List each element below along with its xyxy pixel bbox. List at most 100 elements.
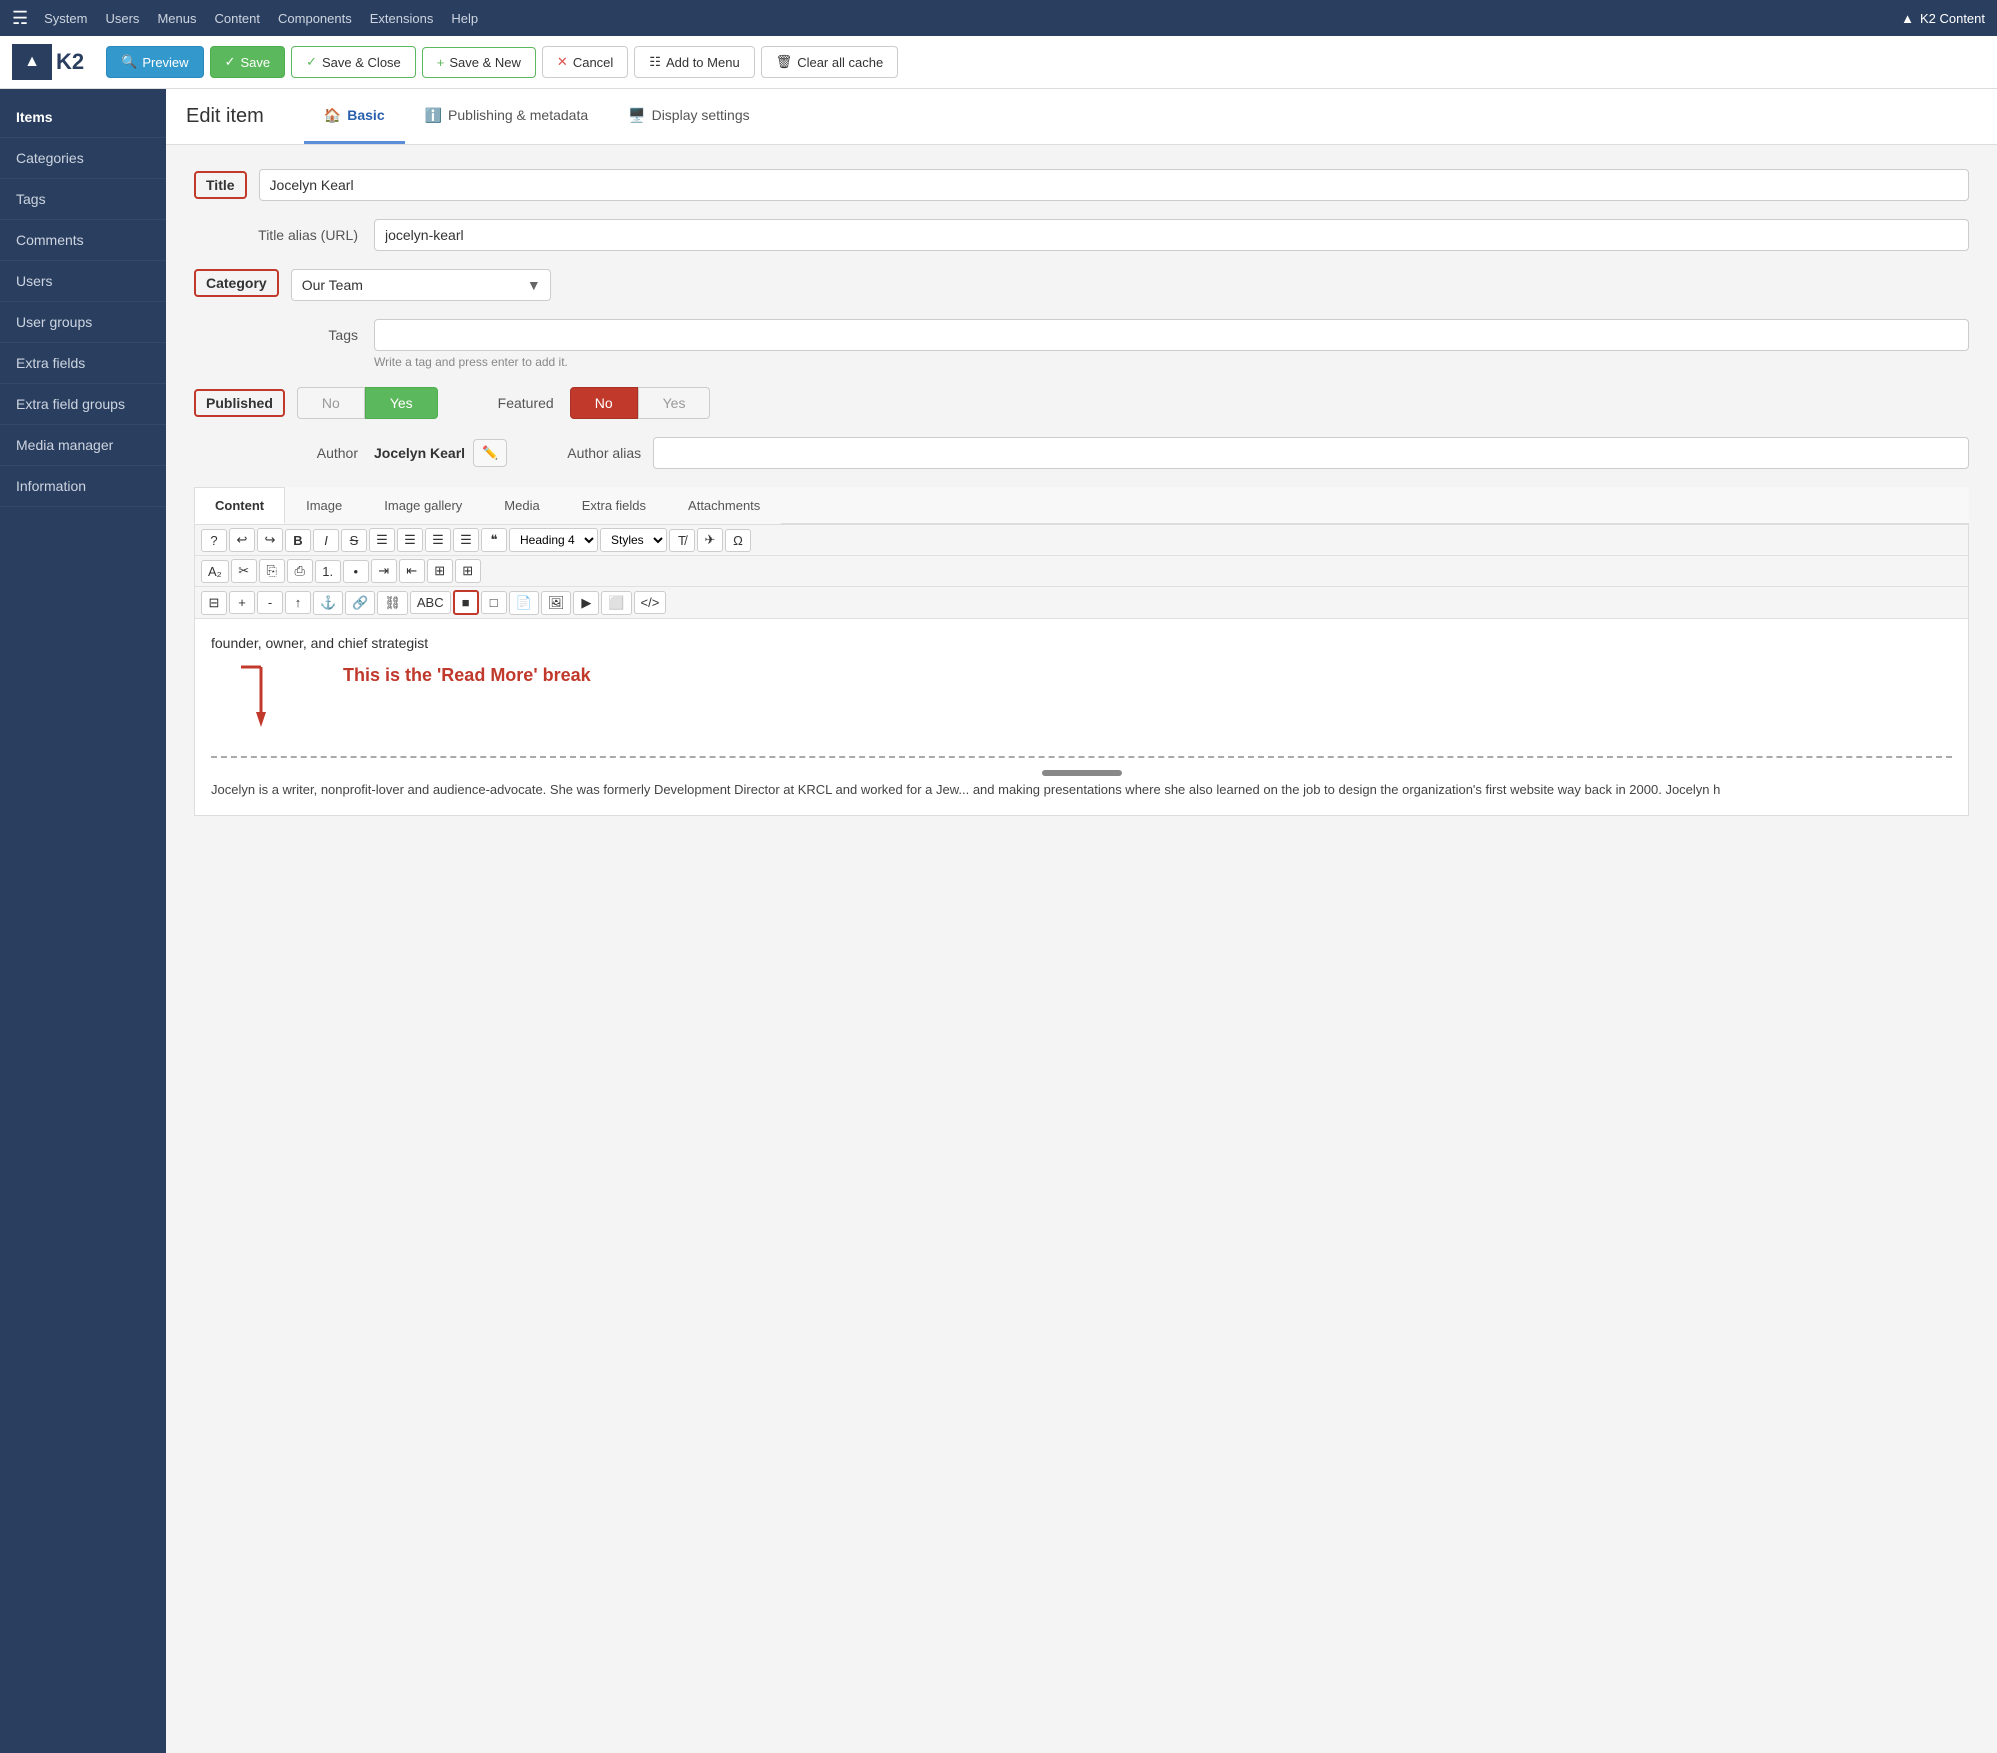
sidebar-item-comments[interactable]: Comments: [0, 220, 166, 261]
sidebar-item-media-manager[interactable]: Media manager: [0, 425, 166, 466]
nav-help[interactable]: Help: [451, 11, 478, 26]
editor-upload-btn[interactable]: ↑: [285, 591, 311, 614]
preview-button[interactable]: 🔍 Preview: [106, 46, 203, 78]
tab-publishing[interactable]: ℹ️ Publishing & metadata: [405, 89, 609, 144]
editor-align-left-btn[interactable]: ☰: [369, 528, 395, 552]
content-tab-image[interactable]: Image: [285, 487, 363, 524]
editor-strike-btn[interactable]: S: [341, 529, 367, 552]
editor-undo-btn[interactable]: ↩: [229, 528, 255, 552]
editor-anchor-btn[interactable]: ⚓: [313, 591, 343, 615]
content-tab-image-gallery[interactable]: Image gallery: [363, 487, 483, 524]
editor-omega-btn[interactable]: Ω: [725, 529, 751, 552]
editor-toolbar-row1: ? ↩ ↪ B I S ☰ ☰ ☰ ☰ ❝ Heading 4 Styles: [195, 525, 1968, 556]
editor-bold-btn[interactable]: B: [285, 529, 311, 552]
editor-pagebreak-btn[interactable]: □: [481, 591, 507, 614]
editor-font-size-btn[interactable]: A₂: [201, 560, 229, 583]
editor-table-btn[interactable]: ⊞: [427, 559, 453, 583]
sidebar-item-user-groups[interactable]: User groups: [0, 302, 166, 343]
editor-columns-btn[interactable]: ⊟: [201, 591, 227, 615]
sidebar-item-tags[interactable]: Tags: [0, 179, 166, 220]
nav-menus[interactable]: Menus: [157, 11, 196, 26]
nav-system[interactable]: System: [44, 11, 87, 26]
form-area: Title Title alias (URL) Category Our Tea…: [166, 145, 1997, 840]
editor-align-center-btn[interactable]: ☰: [397, 528, 423, 552]
editor-clear-format-btn[interactable]: T̸: [669, 529, 695, 552]
menu-icon: ☷: [649, 54, 661, 70]
editor-align-justify-btn[interactable]: ☰: [453, 528, 479, 552]
save-close-button[interactable]: ✓ Save & Close: [291, 46, 416, 78]
author-alias-input[interactable]: [653, 437, 1969, 469]
editor-copy-btn[interactable]: ⎘: [259, 559, 285, 583]
edit-author-button[interactable]: ✏️: [473, 439, 507, 467]
sidebar-item-extra-field-groups[interactable]: Extra field groups: [0, 384, 166, 425]
tags-label: Tags: [194, 319, 374, 343]
title-row: Title: [194, 169, 1969, 201]
editor-code-btn[interactable]: </>: [634, 591, 667, 614]
home-icon: 🏠: [324, 107, 341, 124]
category-select[interactable]: Our Team: [291, 269, 551, 301]
editor-spell-btn[interactable]: ABC: [410, 591, 451, 614]
published-no-button[interactable]: No: [297, 387, 365, 419]
editor-unordered-list-btn[interactable]: •: [343, 560, 369, 583]
editor-template-btn[interactable]: 📄: [509, 591, 539, 615]
plus-icon: +: [437, 55, 445, 70]
editor-outdent-btn[interactable]: ⇤: [399, 559, 425, 583]
save-button[interactable]: ✓ Save: [210, 46, 286, 78]
nav-content[interactable]: Content: [214, 11, 260, 26]
editor-table-props-btn[interactable]: ⊞: [455, 559, 481, 583]
editor-indent-btn[interactable]: ⇥: [371, 559, 397, 583]
editor-redo-btn[interactable]: ↪: [257, 528, 283, 552]
featured-yes-button[interactable]: Yes: [638, 387, 711, 419]
clear-cache-button[interactable]: 🗑 Clear all cache: [761, 46, 899, 78]
editor-styles-select[interactable]: Styles: [600, 528, 667, 552]
editor-align-right-btn[interactable]: ☰: [425, 528, 451, 552]
title-input[interactable]: [259, 169, 1969, 201]
editor-help-btn[interactable]: ?: [201, 529, 227, 552]
cancel-button[interactable]: ✕ Cancel: [542, 46, 628, 78]
title-alias-input[interactable]: [374, 219, 1969, 251]
featured-label: Featured: [498, 395, 554, 411]
sidebar-item-categories[interactable]: Categories: [0, 138, 166, 179]
nav-users[interactable]: Users: [105, 11, 139, 26]
published-yes-button[interactable]: Yes: [365, 387, 438, 419]
tab-basic[interactable]: 🏠 Basic: [304, 89, 405, 144]
published-label: Published: [194, 389, 285, 417]
nav-components[interactable]: Components: [278, 11, 352, 26]
content-tab-content[interactable]: Content: [194, 487, 285, 524]
editor-remove-btn[interactable]: ✈: [697, 528, 723, 552]
editor-italic-btn[interactable]: I: [313, 529, 339, 552]
content-tab-extra-fields[interactable]: Extra fields: [561, 487, 667, 524]
content-tab-media[interactable]: Media: [483, 487, 560, 524]
pencil-icon: ✏️: [482, 445, 498, 460]
editor-media-btn[interactable]: ▶: [573, 591, 599, 615]
editor-link-btn[interactable]: 🔗: [345, 591, 375, 615]
editor-paste-btn[interactable]: ⎙: [287, 559, 313, 583]
k2-logo: ▲ K2: [12, 44, 84, 80]
editor-readmore-btn[interactable]: ■: [453, 590, 479, 615]
featured-no-button[interactable]: No: [570, 387, 638, 419]
editor-add-col-btn[interactable]: +: [229, 591, 255, 614]
save-new-button[interactable]: + Save & New: [422, 47, 536, 78]
editor-text-intro: founder, owner, and chief strategist: [211, 633, 1952, 654]
k2-logo-text: K2: [56, 49, 84, 75]
sidebar-item-extra-fields[interactable]: Extra fields: [0, 343, 166, 384]
nav-extensions[interactable]: Extensions: [370, 11, 434, 26]
tab-display[interactable]: 🖥️ Display settings: [608, 89, 769, 144]
sidebar-item-items[interactable]: Items: [0, 97, 166, 138]
editor-cut-btn[interactable]: ✂: [231, 559, 257, 583]
editor-image-btn[interactable]: 🖼: [541, 591, 572, 615]
read-more-break: [211, 756, 1952, 758]
editor-ordered-list-btn[interactable]: 1.: [315, 560, 341, 583]
editor-del-col-btn[interactable]: -: [257, 591, 283, 614]
sidebar-item-information[interactable]: Information: [0, 466, 166, 507]
checkmark-icon: ✓: [306, 54, 317, 70]
editor-iframe-btn[interactable]: ⬜: [601, 591, 631, 615]
editor-blockquote-btn[interactable]: ❝: [481, 528, 507, 552]
editor-heading-select[interactable]: Heading 4: [509, 528, 598, 552]
add-to-menu-button[interactable]: ☷ Add to Menu: [634, 46, 754, 78]
editor-unlink-btn[interactable]: ⛓: [377, 591, 408, 615]
content-tab-attachments[interactable]: Attachments: [667, 487, 781, 524]
editor-content[interactable]: founder, owner, and chief strategist Thi…: [195, 619, 1968, 815]
sidebar-item-users[interactable]: Users: [0, 261, 166, 302]
tags-input[interactable]: [374, 319, 1969, 351]
